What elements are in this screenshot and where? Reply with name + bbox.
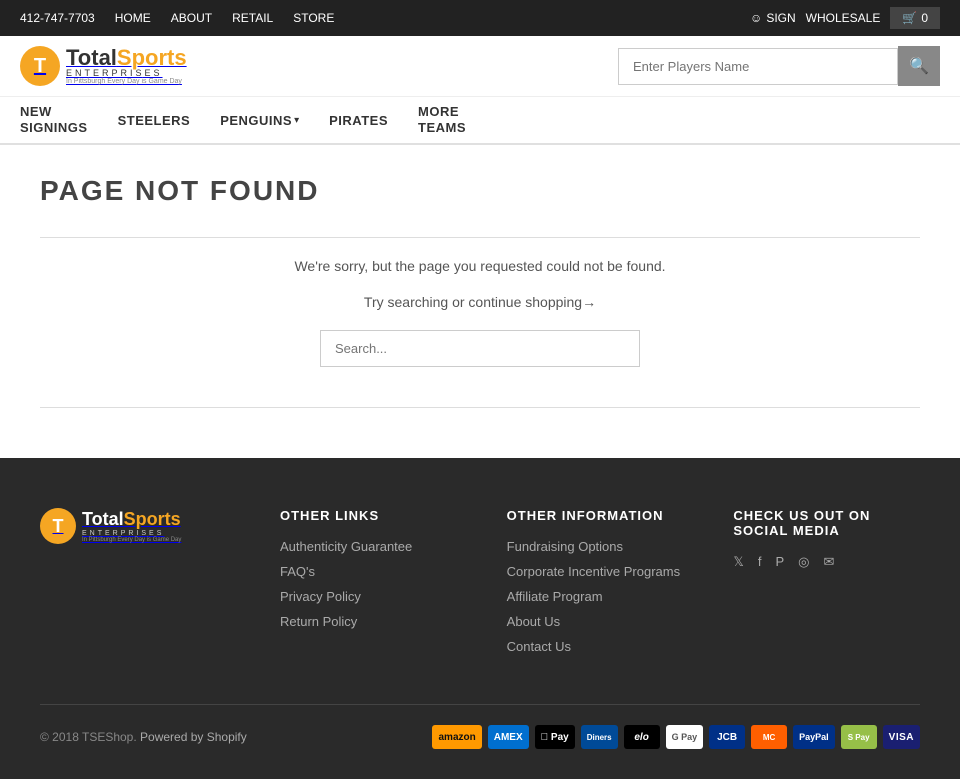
- header: T TotalSports ENTERPRISES In Pittsburgh …: [0, 36, 960, 97]
- footer: T TotalSports ENTERPRISES In Pittsburgh …: [0, 458, 960, 779]
- main-content: PAGE NOT FOUND We're sorry, but the page…: [0, 145, 960, 458]
- nav-penguins-container: PENGUINS ▾: [220, 113, 299, 128]
- penguins-dropdown-icon: ▾: [294, 115, 299, 126]
- payment-elo: elo: [624, 725, 660, 749]
- footer-social-title: CHECK US OUT ON SOCIAL MEDIA: [733, 508, 920, 538]
- top-bar: 412-747-7703 HOME ABOUT RETAIL STORE ☺ S…: [0, 0, 960, 36]
- nav-steelers[interactable]: STEELERS: [118, 113, 191, 128]
- about-link[interactable]: ABOUT: [171, 11, 212, 25]
- footer-other-links-col: OTHER LINKS Authenticity Guarantee FAQ's…: [280, 508, 467, 664]
- wholesale-link[interactable]: WHOLESALE: [806, 11, 881, 25]
- shopify-link[interactable]: Powered by Shopify: [140, 730, 247, 744]
- pinterest-icon[interactable]: P: [775, 554, 784, 570]
- footer-link-affiliate[interactable]: Affiliate Program: [507, 589, 694, 604]
- footer-social-col: CHECK US OUT ON SOCIAL MEDIA 𝕏 f P ◎ ✉: [733, 508, 920, 664]
- payment-paypal: PayPal: [793, 725, 835, 749]
- footer-link-authenticity[interactable]: Authenticity Guarantee: [280, 539, 467, 554]
- phone-link[interactable]: 412-747-7703: [20, 11, 95, 25]
- footer-logo-ball: T: [40, 508, 76, 544]
- social-icons: 𝕏 f P ◎ ✉: [733, 554, 920, 580]
- divider-bottom: [40, 407, 920, 408]
- footer-link-fundraising[interactable]: Fundraising Options: [507, 539, 694, 554]
- facebook-icon[interactable]: f: [758, 554, 762, 570]
- payment-mastercard: MC: [751, 725, 787, 749]
- footer-logo-link[interactable]: T TotalSports ENTERPRISES In Pittsburgh …: [40, 508, 240, 544]
- search-prompt: Try searching or continue shopping→: [40, 294, 920, 310]
- payment-visa: VISA: [883, 725, 920, 749]
- payment-shopify-pay: S Pay: [841, 725, 877, 749]
- sign-label: SIGN: [766, 11, 795, 25]
- footer-other-info-col: OTHER INFORMATION Fundraising Options Co…: [507, 508, 694, 664]
- logo-ball: T: [20, 46, 60, 86]
- logo-link[interactable]: T TotalSports ENTERPRISES In Pittsburgh …: [20, 46, 187, 86]
- payment-amazon: amazon: [432, 725, 481, 749]
- top-bar-left: 412-747-7703 HOME ABOUT RETAIL STORE: [20, 11, 334, 25]
- footer-link-return[interactable]: Return Policy: [280, 614, 467, 629]
- error-message: We're sorry, but the page you requested …: [40, 258, 920, 274]
- player-search-button[interactable]: 🔍: [898, 46, 940, 86]
- nav-more-teams[interactable]: MORETEAMS: [418, 104, 466, 135]
- search-icon: 🔍: [909, 56, 929, 76]
- footer-bottom: © 2018 TSEShop. Powered by Shopify amazo…: [40, 704, 920, 749]
- nav-penguins[interactable]: PENGUINS: [220, 113, 292, 128]
- page-search-container: [40, 330, 920, 367]
- main-nav: NEWSIGNINGS STEELERS PENGUINS ▾ PIRATES …: [0, 97, 960, 145]
- payment-jcb: JCB: [709, 725, 745, 749]
- footer-link-about[interactable]: About Us: [507, 614, 694, 629]
- footer-link-contact[interactable]: Contact Us: [507, 639, 694, 654]
- payment-amex: AMEX: [488, 725, 529, 749]
- footer-other-links-title: OTHER LINKS: [280, 508, 467, 523]
- footer-link-privacy[interactable]: Privacy Policy: [280, 589, 467, 604]
- user-icon: ☺: [750, 11, 762, 25]
- search-area: 🔍: [618, 46, 940, 86]
- nav-pirates[interactable]: PIRATES: [329, 113, 388, 128]
- footer-link-faq[interactable]: FAQ's: [280, 564, 467, 579]
- page-not-found-title: PAGE NOT FOUND: [40, 175, 920, 207]
- nav-new-signings[interactable]: NEWSIGNINGS: [20, 104, 88, 135]
- cart-icon: 🛒: [902, 11, 917, 25]
- player-search-input[interactable]: [618, 48, 898, 85]
- retail-link[interactable]: RETAIL: [232, 11, 273, 25]
- divider-top: [40, 237, 920, 238]
- footer-logo-col: T TotalSports ENTERPRISES In Pittsburgh …: [40, 508, 240, 664]
- top-bar-right: ☺ SIGN WHOLESALE 🛒 0: [750, 7, 940, 29]
- continue-shopping-link[interactable]: continue shopping→: [468, 294, 596, 310]
- cart-count: 0: [921, 11, 928, 25]
- search-prompt-text: Try searching or: [364, 294, 469, 310]
- logo-area: T TotalSports ENTERPRISES In Pittsburgh …: [20, 46, 187, 86]
- footer-copyright: © 2018 TSEShop. Powered by Shopify: [40, 730, 247, 744]
- instagram-icon[interactable]: ◎: [798, 554, 809, 570]
- home-link[interactable]: HOME: [115, 11, 151, 25]
- footer-link-corporate[interactable]: Corporate Incentive Programs: [507, 564, 694, 579]
- footer-logo-text: TotalSports ENTERPRISES In Pittsburgh Ev…: [82, 509, 181, 543]
- cart-button[interactable]: 🛒 0: [890, 7, 940, 29]
- footer-top: T TotalSports ENTERPRISES In Pittsburgh …: [40, 508, 920, 664]
- payment-icons: amazon AMEX  Pay Diners elo G Pay JCB M…: [432, 725, 920, 749]
- payment-google-pay: G Pay: [666, 725, 704, 749]
- store-link[interactable]: STORE: [293, 11, 334, 25]
- email-icon[interactable]: ✉: [823, 554, 834, 570]
- payment-apple-pay:  Pay: [535, 725, 575, 749]
- footer-other-info-title: OTHER INFORMATION: [507, 508, 694, 523]
- logo-text: TotalSports ENTERPRISES In Pittsburgh Ev…: [66, 47, 187, 85]
- page-search-input[interactable]: [320, 330, 640, 367]
- sign-link[interactable]: ☺ SIGN: [750, 11, 796, 25]
- copyright-text: © 2018 TSEShop.: [40, 730, 137, 744]
- payment-diners: Diners: [581, 725, 618, 749]
- twitter-icon[interactable]: 𝕏: [733, 554, 743, 570]
